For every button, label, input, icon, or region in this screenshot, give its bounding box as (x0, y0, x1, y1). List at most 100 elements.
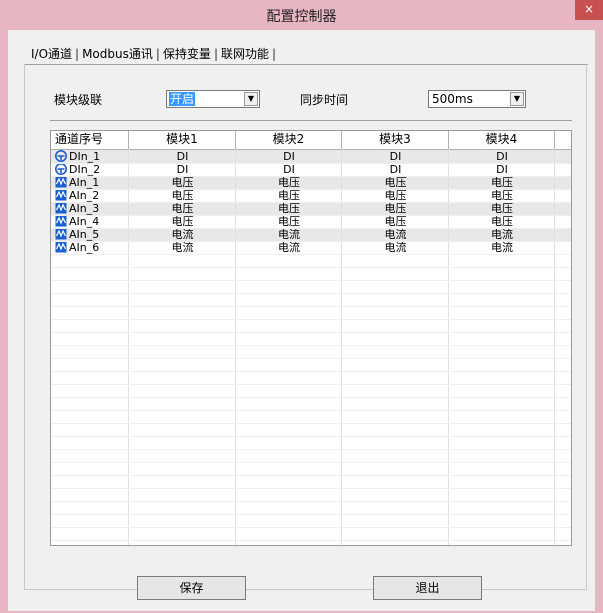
module-2-cell[interactable]: 电压 (236, 189, 342, 202)
table-row[interactable]: DIn_2 DI DI DI DI (51, 163, 571, 176)
sync-time-label: 同步时间 (300, 93, 349, 107)
table-row[interactable]: AIn_1 电压 电压 电压 电压 (51, 176, 571, 189)
grid-row-line (51, 215, 571, 216)
exit-button[interactable]: 退出 (373, 576, 482, 600)
channel-name: DIn_2 (69, 163, 101, 176)
tab-network[interactable]: 联网功能 (218, 44, 272, 64)
channel-name: AIn_3 (69, 202, 100, 215)
channel-name-cell[interactable]: AIn_4 (55, 215, 127, 228)
module-3-cell[interactable]: 电压 (342, 176, 449, 189)
grid-header: 通道序号 模块1 模块2 模块3 模块4 (51, 131, 571, 150)
channel-name-cell[interactable]: AIn_5 (55, 228, 127, 241)
tab-retain-vars[interactable]: 保持变量 (160, 44, 214, 64)
tab-io-channels[interactable]: I/O通道 (28, 44, 75, 64)
grid-row-line (51, 514, 571, 515)
module-1-cell[interactable]: DI (129, 150, 236, 163)
channel-name-cell[interactable]: AIn_2 (55, 189, 127, 202)
module-2-cell[interactable]: 电压 (236, 176, 342, 189)
module-3-cell[interactable]: 电压 (342, 189, 449, 202)
tab-modbus[interactable]: Modbus通讯 (79, 44, 156, 64)
table-row[interactable]: AIn_3 电压 电压 电压 电压 (51, 202, 571, 215)
channel-name: AIn_1 (69, 176, 100, 189)
header-module-3[interactable]: 模块3 (342, 131, 449, 149)
channel-name-cell[interactable]: DIn_2 (55, 163, 127, 176)
grid-row-line (51, 462, 571, 463)
module-3-cell[interactable]: DI (342, 150, 449, 163)
module-4-cell[interactable]: DI (449, 163, 555, 176)
channel-name: AIn_5 (69, 228, 100, 241)
module-2-cell[interactable]: 电压 (236, 202, 342, 215)
channel-name-cell[interactable]: AIn_3 (55, 202, 127, 215)
analog-input-icon (55, 215, 67, 227)
module-2-cell[interactable]: 电流 (236, 228, 342, 241)
grid-row-line (51, 254, 571, 255)
module-3-cell[interactable]: DI (342, 163, 449, 176)
grid-row-line (51, 501, 571, 502)
grid-row-line (51, 306, 571, 307)
window-title: 配置控制器 (266, 9, 337, 25)
module-1-cell[interactable]: 电流 (129, 241, 236, 254)
module-1-cell[interactable]: 电流 (129, 228, 236, 241)
title-bar[interactable]: 配置控制器 × (0, 0, 603, 30)
module-2-cell[interactable]: 电流 (236, 241, 342, 254)
grid-row-line (51, 384, 571, 385)
chevron-down-icon[interactable]: ▼ (244, 92, 258, 106)
header-module-1[interactable]: 模块1 (129, 131, 236, 149)
module-4-cell[interactable]: DI (449, 150, 555, 163)
module-4-cell[interactable]: 电流 (449, 241, 555, 254)
grid-column-line (448, 149, 449, 545)
table-row[interactable]: AIn_2 电压 电压 电压 电压 (51, 189, 571, 202)
table-row[interactable]: AIn_6 电流 电流 电流 电流 (51, 241, 571, 254)
header-module-4[interactable]: 模块4 (449, 131, 555, 149)
grid-column-line (341, 149, 342, 545)
grid-row-line (51, 345, 571, 346)
grid-row-line (51, 176, 571, 177)
channel-name: AIn_4 (69, 215, 100, 228)
module-3-cell[interactable]: 电流 (342, 228, 449, 241)
grid-column-line (128, 149, 129, 545)
module-3-cell[interactable]: 电压 (342, 202, 449, 215)
tab-bar: I/O通道 | Modbus通讯 | 保持变量 | 联网功能 | (28, 44, 276, 64)
module-2-cell[interactable]: DI (236, 163, 342, 176)
table-row[interactable]: AIn_5 电流 电流 电流 电流 (51, 228, 571, 241)
module-2-cell[interactable]: 电压 (236, 215, 342, 228)
sync-time-select[interactable]: 500ms ▼ (428, 90, 526, 108)
module-4-cell[interactable]: 电压 (449, 215, 555, 228)
digital-input-icon (55, 150, 67, 162)
cascade-label: 模块级联 (54, 93, 103, 107)
module-3-cell[interactable]: 电压 (342, 215, 449, 228)
grid-row-line (51, 436, 571, 437)
channel-name-cell[interactable]: AIn_1 (55, 176, 127, 189)
header-channel[interactable]: 通道序号 (51, 131, 129, 149)
chevron-down-icon[interactable]: ▼ (510, 92, 524, 106)
module-4-cell[interactable]: 电压 (449, 176, 555, 189)
table-row[interactable]: AIn_4 电压 电压 电压 电压 (51, 215, 571, 228)
module-3-cell[interactable]: 电流 (342, 241, 449, 254)
close-button[interactable]: × (575, 0, 603, 20)
module-2-cell[interactable]: DI (236, 150, 342, 163)
module-4-cell[interactable]: 电压 (449, 189, 555, 202)
module-1-cell[interactable]: 电压 (129, 202, 236, 215)
cascade-select[interactable]: 开启 ▼ (166, 90, 260, 108)
grid-row-line (51, 371, 571, 372)
save-button[interactable]: 保存 (137, 576, 246, 600)
grid-row-line (51, 488, 571, 489)
grid-row-line (51, 540, 571, 541)
channel-name-cell[interactable]: AIn_6 (55, 241, 127, 254)
close-icon: × (583, 2, 595, 16)
header-module-2[interactable]: 模块2 (236, 131, 342, 149)
grid-row-line (51, 319, 571, 320)
analog-input-icon (55, 189, 67, 201)
module-1-cell[interactable]: 电压 (129, 189, 236, 202)
analog-input-icon (55, 228, 67, 240)
channel-grid[interactable]: 通道序号 模块1 模块2 模块3 模块4 DIn_1 DI DI DI DI DIn_2 D… (50, 130, 572, 546)
module-1-cell[interactable]: 电压 (129, 215, 236, 228)
table-row[interactable]: DIn_1 DI DI DI DI (51, 150, 571, 163)
channel-name: DIn_1 (69, 150, 101, 163)
channel-name-cell[interactable]: DIn_1 (55, 150, 127, 163)
module-4-cell[interactable]: 电流 (449, 228, 555, 241)
module-4-cell[interactable]: 电压 (449, 202, 555, 215)
module-1-cell[interactable]: 电压 (129, 176, 236, 189)
module-1-cell[interactable]: DI (129, 163, 236, 176)
grid-row-line (51, 280, 571, 281)
